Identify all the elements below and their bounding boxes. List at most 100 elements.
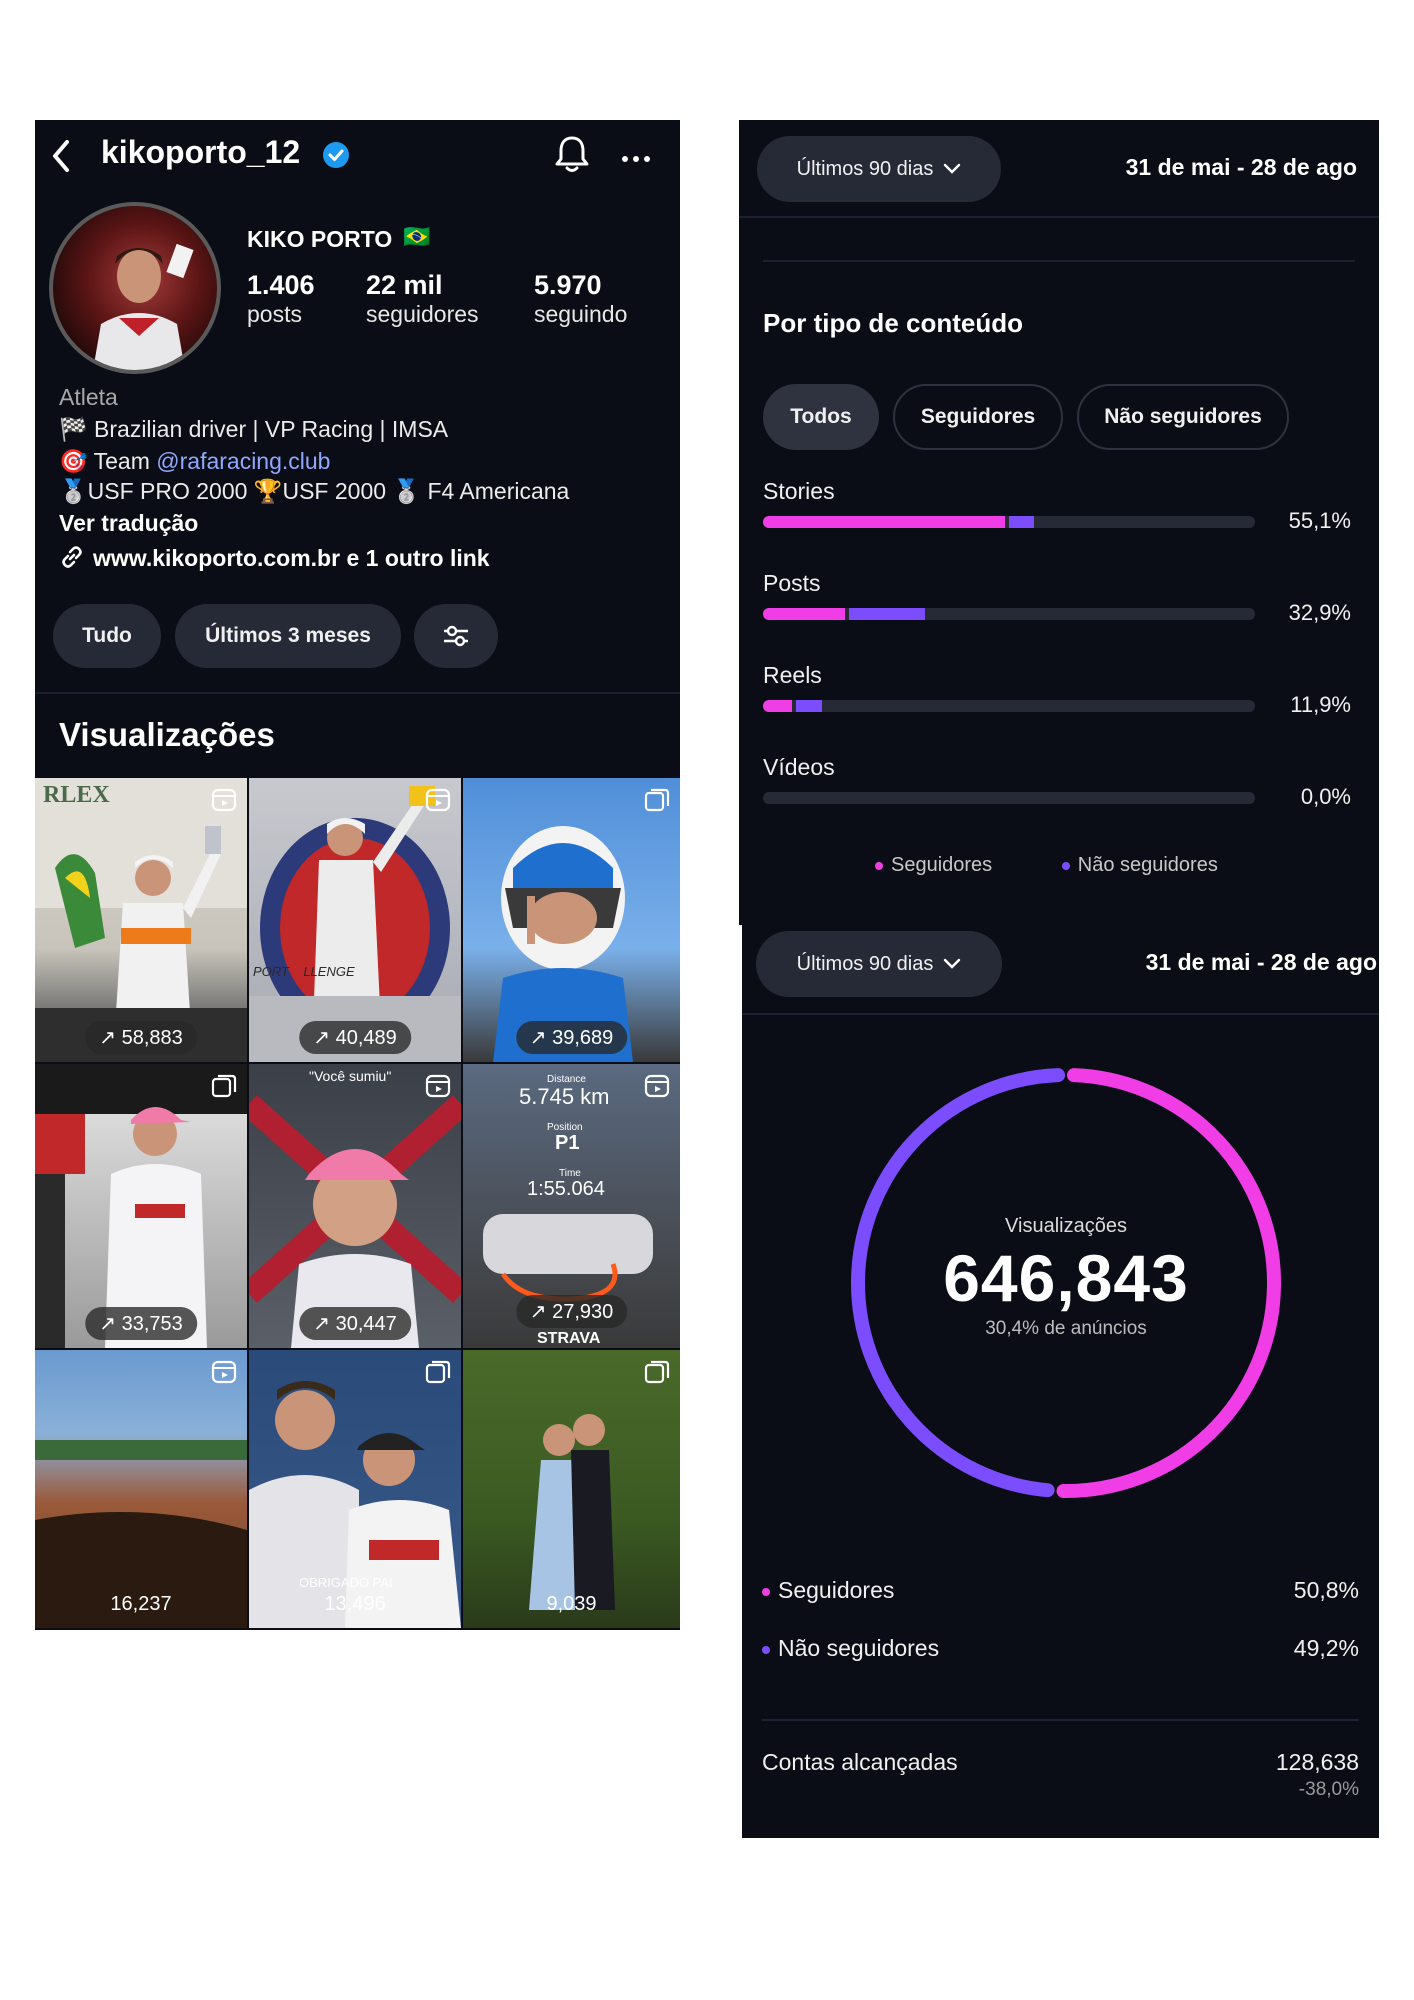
view-count: 16,237: [110, 1593, 172, 1615]
strava-position: P1: [555, 1132, 580, 1154]
reel-icon: [211, 1360, 237, 1384]
post-thumbnail[interactable]: ↗ 39,689: [463, 778, 680, 1062]
non-followers-dot: [762, 1645, 770, 1654]
ads-share: 30,4% de anúncios: [985, 1317, 1147, 1339]
post-thumbnail[interactable]: PORT LLENGE ↗ 40,489: [249, 778, 461, 1062]
overlay-text: RLEX: [43, 782, 110, 808]
chevron-down-icon: [943, 953, 961, 976]
checkered-flag-icon: 🏁: [59, 416, 95, 442]
bar-followers-segment: [763, 608, 845, 620]
bar-track: [763, 792, 1255, 804]
link-icon: [59, 544, 85, 576]
overlay-text: "Você sumiu": [309, 1068, 392, 1084]
breakdown-non-followers: Não seguidores 49,2%: [762, 1635, 1359, 1662]
stat-following-label: seguindo: [534, 301, 628, 327]
stat-following[interactable]: 5.970 seguindo: [534, 270, 627, 328]
stat-followers-label: seguidores: [366, 301, 479, 327]
followers-dot: [762, 1587, 770, 1596]
back-arrow-icon[interactable]: [49, 138, 75, 179]
divider: [763, 260, 1355, 262]
reach-value: 128,638: [1275, 1749, 1359, 1775]
view-count: ↗ 40,489: [299, 1021, 411, 1054]
content-type-panel: Últimos 90 dias 31 de mai - 28 de ago Po…: [739, 120, 1379, 925]
post-thumbnail[interactable]: ↗ 33,753: [35, 1064, 247, 1348]
view-count: ↗ 30,447: [299, 1307, 411, 1340]
view-count-value: 40,489: [335, 1027, 397, 1049]
view-count: ↗ 33,753: [85, 1307, 197, 1340]
breakdown-followers: Seguidores 50,8%: [762, 1577, 1359, 1604]
post-thumbnail[interactable]: "Você sumiu" ↗ 30,447: [249, 1064, 461, 1348]
bar-followers-segment: [763, 700, 792, 712]
trophy-icon: 🏆: [253, 478, 283, 504]
section-title: Visualizações: [59, 716, 275, 753]
trend-icon: ↗: [99, 1027, 122, 1049]
divider: [742, 1013, 1379, 1015]
trend-icon: ↗: [529, 1027, 553, 1049]
filter-period-button[interactable]: Últimos 3 meses: [175, 604, 401, 668]
bar-label: Vídeos: [763, 754, 835, 780]
reel-icon: [425, 1074, 451, 1098]
legend-non-followers: Não seguidores: [1061, 854, 1218, 876]
tab-followers[interactable]: Seguidores: [893, 384, 1063, 450]
bar-percent: 55,1%: [1288, 508, 1351, 533]
overlay-text: OBRIGADO PAI: [299, 1575, 393, 1590]
sliders-icon: [444, 625, 468, 647]
tab-non-followers[interactable]: Não seguidores: [1077, 384, 1289, 450]
bar-track: [763, 516, 1255, 528]
target-icon: 🎯: [59, 448, 94, 474]
bar-followers-segment: [763, 516, 1005, 528]
bio-line-2: 🎯 Team @rafaracing.club: [59, 448, 330, 475]
bar-label: Stories: [763, 478, 835, 504]
legend-followers: Seguidores: [875, 854, 992, 876]
bar-track: [763, 608, 1255, 620]
stat-posts-value: 1.406: [247, 270, 315, 300]
profile-username: kikoporto_12: [101, 134, 301, 170]
view-count-value: 27,930: [552, 1301, 614, 1323]
trend-icon: ↗: [313, 1313, 336, 1335]
view-count-value: 33,753: [121, 1313, 183, 1335]
strava-distance: 5.745 km: [519, 1084, 610, 1109]
reel-icon: [211, 788, 237, 812]
more-options-icon[interactable]: [621, 150, 651, 168]
external-link-text: www.kikoporto.com.br e 1 outro link: [93, 545, 490, 572]
range-selector[interactable]: Últimos 90 dias: [756, 931, 1002, 997]
post-thumbnail[interactable]: OBRIGADO PAI 13,496: [249, 1350, 461, 1628]
legend-dot: [875, 861, 883, 870]
view-count: ↗ 27,930: [515, 1295, 628, 1328]
trend-icon: ↗: [99, 1313, 122, 1335]
carousel-icon: [211, 1074, 237, 1098]
breakdown-followers-value: 50,8%: [1293, 1577, 1359, 1603]
bio-title-2: USF 2000: [282, 478, 387, 504]
external-link[interactable]: www.kikoporto.com.br e 1 outro link: [59, 544, 490, 576]
view-count: ↗ 39,689: [515, 1021, 628, 1054]
bell-icon[interactable]: [553, 134, 591, 179]
reel-icon: [425, 788, 451, 812]
bar-label: Posts: [763, 570, 821, 596]
avatar[interactable]: [49, 202, 221, 374]
view-count-value: 39,689: [552, 1027, 614, 1049]
bio-title-1: USF PRO 2000: [87, 478, 248, 504]
trend-icon: ↗: [313, 1027, 336, 1049]
flag-icon: 🇧🇷: [403, 224, 431, 249]
post-thumbnail[interactable]: Distance 5.745 km Position P1 Time 1:55.…: [463, 1064, 680, 1348]
bio-text-1: Brazilian driver | VP Racing | IMSA: [94, 416, 449, 442]
total-views: 646,843: [943, 1240, 1189, 1315]
stat-followers[interactable]: 22 mil seguidores: [366, 270, 479, 328]
post-thumbnail[interactable]: RLEX ↗ 58,883: [35, 778, 247, 1062]
view-count: 13,496: [324, 1593, 386, 1615]
stat-posts[interactable]: 1.406 posts: [247, 270, 315, 328]
team-link[interactable]: @rafaracing.club: [156, 448, 330, 474]
reach-row[interactable]: Contas alcançadas 128,638 -38,0%: [762, 1749, 1359, 1800]
filter-settings-button[interactable]: [414, 604, 498, 668]
donut-label: Visualizações: [1005, 1214, 1127, 1237]
breakdown-non-followers-value: 49,2%: [1293, 1635, 1359, 1661]
translate-link[interactable]: Ver tradução: [59, 510, 198, 537]
breakdown-followers-label: Seguidores: [778, 1577, 895, 1603]
range-selector[interactable]: Últimos 90 dias: [757, 136, 1001, 202]
filter-all-button[interactable]: Tudo: [53, 604, 161, 668]
post-thumbnail[interactable]: 16,237: [35, 1350, 247, 1628]
profile-panel: kikoporto_12 KIKO PORTO 🇧🇷 1.406 posts 2…: [35, 120, 680, 1630]
tab-all[interactable]: Todos: [763, 384, 879, 450]
post-thumbnail[interactable]: 9,039: [463, 1350, 680, 1628]
stat-following-value: 5.970: [534, 270, 602, 300]
